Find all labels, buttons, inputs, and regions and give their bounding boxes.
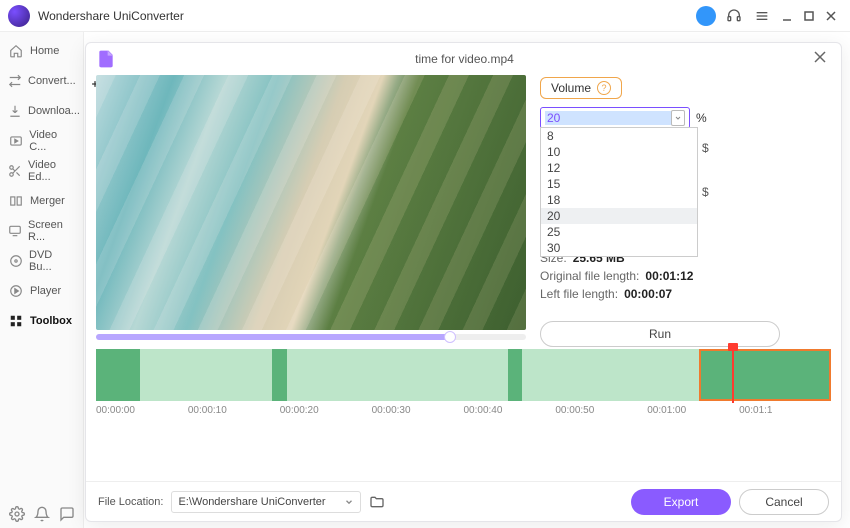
home-icon	[8, 43, 24, 59]
sidebar-item-label: Video Ed...	[28, 159, 75, 183]
sidebar-item-label: DVD Bu...	[29, 249, 75, 273]
sidebar: Home Convert... Downloa... Video C... Vi…	[0, 32, 84, 528]
feedback-icon[interactable]	[59, 506, 75, 522]
file-location-value: E:\Wondershare UniConverter	[178, 496, 325, 508]
sidebar-item-toolbox[interactable]: Toolbox	[0, 306, 83, 336]
dropdown-option[interactable]: 20	[541, 208, 697, 224]
dropdown-option[interactable]: 8	[541, 128, 697, 144]
modal-close-button[interactable]	[813, 50, 831, 68]
sidebar-item-label: Downloa...	[28, 105, 80, 117]
app-logo	[8, 5, 30, 27]
dollar-symbol: $	[702, 141, 709, 155]
sidebar-item-label: Screen R...	[28, 219, 75, 243]
orig-len-value: 00:01:12	[645, 269, 693, 283]
sidebar-item-downloader[interactable]: Downloa...	[0, 96, 83, 126]
orig-len-label: Original file length:	[540, 269, 639, 283]
convert-icon	[8, 73, 22, 89]
chevron-down-icon[interactable]	[671, 110, 685, 126]
add-file-icon[interactable]	[96, 49, 116, 69]
dropdown-option[interactable]: 30	[541, 240, 697, 256]
volume-value: 20	[545, 111, 671, 125]
sidebar-item-dvd-burner[interactable]: DVD Bu...	[0, 246, 83, 276]
modal-filename: time for video.mp4	[116, 52, 813, 66]
disc-icon	[8, 253, 23, 269]
sidebar-item-label: Toolbox	[30, 315, 72, 327]
sidebar-item-video-editor[interactable]: Video Ed...	[0, 156, 83, 186]
titlebar: Wondershare UniConverter	[0, 0, 850, 32]
file-location-input[interactable]: E:\Wondershare UniConverter	[171, 491, 361, 513]
sidebar-item-home[interactable]: Home	[0, 36, 83, 66]
headset-icon[interactable]	[724, 6, 744, 26]
hamburger-icon[interactable]	[752, 6, 772, 26]
dropdown-option[interactable]: 15	[541, 176, 697, 192]
dropdown-option[interactable]: 18	[541, 192, 697, 208]
volume-select[interactable]: 20	[540, 107, 690, 129]
compress-icon	[8, 133, 23, 149]
timeline-playhead[interactable]	[728, 343, 738, 351]
dropdown-option[interactable]: 25	[541, 224, 697, 240]
run-button[interactable]: Run	[540, 321, 780, 347]
sidebar-item-video-compressor[interactable]: Video C...	[0, 126, 83, 156]
export-button[interactable]: Export	[631, 489, 731, 515]
volume-unit: %	[696, 111, 707, 125]
chevron-down-icon	[344, 497, 354, 507]
merger-icon	[8, 193, 24, 209]
sidebar-item-label: Home	[30, 45, 59, 57]
account-avatar[interactable]	[696, 6, 716, 26]
sidebar-item-converter[interactable]: Convert...	[0, 66, 83, 96]
help-icon[interactable]: ?	[597, 81, 611, 95]
sidebar-item-label: Video C...	[29, 129, 75, 153]
volume-section-label: Volume ?	[540, 77, 622, 99]
open-folder-button[interactable]	[369, 494, 385, 510]
scrub-bar[interactable]	[96, 334, 526, 340]
play-icon	[8, 283, 24, 299]
sidebar-item-label: Merger	[30, 195, 65, 207]
window-close[interactable]	[820, 5, 842, 27]
file-location-label: File Location:	[98, 496, 163, 508]
screen-icon	[8, 223, 22, 239]
dropdown-option[interactable]: 10	[541, 144, 697, 160]
download-icon	[8, 103, 22, 119]
left-len-value: 00:00:07	[624, 287, 672, 301]
video-preview[interactable]	[96, 75, 526, 330]
volume-label-text: Volume	[551, 81, 591, 95]
cancel-button[interactable]: Cancel	[739, 489, 829, 515]
sidebar-item-player[interactable]: Player	[0, 276, 83, 306]
volume-dropdown: 8 10 12 15 18 20 25 30	[540, 127, 698, 257]
dropdown-option[interactable]: 12	[541, 160, 697, 176]
toolbox-icon	[8, 313, 24, 329]
bell-icon[interactable]	[34, 506, 50, 522]
timeline-track[interactable]	[96, 349, 831, 401]
app-title: Wondershare UniConverter	[38, 9, 184, 23]
sidebar-item-label: Convert...	[28, 75, 76, 87]
sidebar-item-label: Player	[30, 285, 61, 297]
sidebar-item-merger[interactable]: Merger	[0, 186, 83, 216]
window-maximize[interactable]	[798, 5, 820, 27]
left-len-label: Left file length:	[540, 287, 618, 301]
dollar-symbol: $	[702, 185, 709, 199]
window-minimize[interactable]	[776, 5, 798, 27]
editor-modal: time for video.mp4 00:01:01/00:01:12	[85, 42, 842, 522]
sidebar-item-screen-recorder[interactable]: Screen R...	[0, 216, 83, 246]
settings-icon[interactable]	[9, 506, 25, 522]
scissors-icon	[8, 163, 22, 179]
